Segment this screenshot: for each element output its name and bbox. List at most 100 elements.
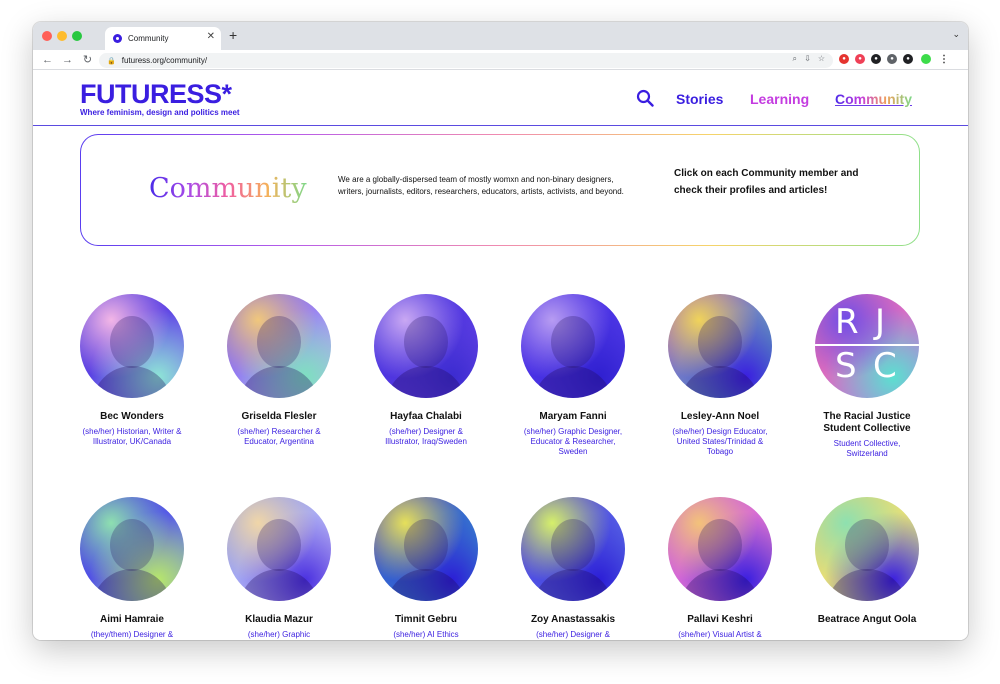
member-portrait[interactable] <box>80 294 184 398</box>
member-name[interactable]: The Racial Justice Student Collective <box>807 411 927 435</box>
member-name[interactable]: Hayfaa Chalabi <box>366 411 486 423</box>
community-intro-box: Community We are a globally-dispersed te… <box>80 134 920 246</box>
member-role: (she/her) Designer & <box>536 630 610 639</box>
site-favicon-icon <box>113 34 122 43</box>
address-bar[interactable]: 🔒 futuress.org/community/ ⌕ ⇩ ☆ <box>99 53 833 68</box>
member-name[interactable]: Beatrace Angut Oola <box>807 614 927 626</box>
tab-search-chevron-icon[interactable]: ⌄ <box>952 29 960 40</box>
portrait-head <box>698 316 742 368</box>
web-page: FUTURESS* Where feminism, design and pol… <box>33 70 968 640</box>
member-card[interactable]: Griselda Flesler (she/her) Researcher & E… <box>219 294 339 447</box>
member-name[interactable]: Zoy Anastassakis <box>513 614 633 626</box>
install-icon[interactable]: ⇩ <box>804 54 811 63</box>
member-name[interactable]: Griselda Flesler <box>219 411 339 423</box>
portrait-head <box>404 519 448 571</box>
member-name[interactable]: Aimi Hamraie <box>72 614 192 626</box>
portrait-shoulders <box>386 569 466 601</box>
member-role: (she/her) Designer & Illustrator, Iraq/S… <box>385 427 467 446</box>
member-name[interactable]: Maryam Fanni <box>513 411 633 423</box>
member-card[interactable]: R J S C The Racial Justice Student Collectiv… <box>807 294 927 459</box>
member-role: (she/her) Visual Artist & <box>678 630 762 639</box>
member-card[interactable]: Hayfaa Chalabi (she/her) Designer & Illus… <box>366 294 486 447</box>
member-card[interactable]: Timnit Gebru (she/her) AI Ethics <box>366 497 486 640</box>
portrait-head <box>551 316 595 368</box>
member-card[interactable]: Lesley-Ann Noel (she/her) Design Educator… <box>660 294 780 457</box>
member-name[interactable]: Pallavi Keshri <box>660 614 780 626</box>
member-role: (she/her) Historian, Writer & Illustrato… <box>82 427 182 446</box>
member-role: (she/her) AI Ethics <box>393 630 459 639</box>
member-portrait[interactable] <box>374 294 478 398</box>
portrait-head <box>110 519 154 571</box>
portrait-shoulders <box>92 366 172 398</box>
portrait-shoulders <box>239 569 319 601</box>
sidebar-icon[interactable]: ● <box>903 54 913 64</box>
community-title: Community <box>149 173 307 204</box>
community-call-to-action: Click on each Community member and check… <box>674 168 859 196</box>
portrait-shoulders <box>827 569 907 601</box>
adblock-extension-icon[interactable]: ● <box>839 54 849 64</box>
zoom-icon[interactable]: ⌕ <box>793 54 797 64</box>
member-portrait[interactable] <box>668 294 772 398</box>
browser-tab[interactable]: Community ✕ <box>105 27 221 50</box>
site-logo[interactable]: FUTURESS* <box>80 79 232 110</box>
browser-window: Community ✕ + ⌄ ← → ↻ 🔒 futuress.org/com… <box>33 22 968 640</box>
minimize-window-button[interactable] <box>57 31 67 41</box>
member-role: (she/her) Design Educator, United States… <box>672 427 768 456</box>
member-card[interactable]: Zoy Anastassakis (she/her) Designer & <box>513 497 633 640</box>
member-name[interactable]: Bec Wonders <box>72 411 192 423</box>
member-portrait[interactable] <box>80 497 184 601</box>
member-portrait[interactable]: RJSC <box>815 294 919 398</box>
member-name[interactable]: Klaudia Mazur <box>219 614 339 626</box>
member-role: (she/her) Researcher & Educator, Argenti… <box>237 427 321 446</box>
site-header: FUTURESS* Where feminism, design and pol… <box>33 70 968 126</box>
member-card[interactable]: Bec Wonders (she/her) Historian, Writer &… <box>72 294 192 447</box>
member-portrait[interactable] <box>374 497 478 601</box>
profile-avatar-icon[interactable] <box>921 54 931 64</box>
community-description: We are a globally-dispersed team of most… <box>338 175 624 196</box>
forward-icon[interactable]: → <box>62 54 73 66</box>
nav-community[interactable]: Community <box>835 91 912 107</box>
portrait-head <box>845 519 889 571</box>
member-portrait[interactable] <box>521 497 625 601</box>
member-portrait[interactable] <box>815 497 919 601</box>
kebab-menu-icon[interactable]: ⋮ <box>939 54 949 65</box>
member-name[interactable]: Timnit Gebru <box>366 614 486 626</box>
member-role: (she/her) Graphic Designer, Educator & R… <box>523 427 623 456</box>
back-icon[interactable]: ← <box>42 54 53 66</box>
nav-stories[interactable]: Stories <box>676 91 723 107</box>
maximize-window-button[interactable] <box>72 31 82 41</box>
portrait-head <box>257 519 301 571</box>
member-portrait[interactable] <box>227 497 331 601</box>
portrait-shoulders <box>386 366 466 398</box>
member-portrait[interactable] <box>668 497 772 601</box>
member-portrait[interactable] <box>227 294 331 398</box>
pocket-extension-icon[interactable]: ● <box>855 54 865 64</box>
portrait-head <box>698 519 742 571</box>
tab-title: Community <box>128 34 169 43</box>
member-role: (they/them) Designer & <box>90 630 174 639</box>
search-icon[interactable] <box>636 89 654 107</box>
address-toolbar: ← → ↻ 🔒 futuress.org/community/ ⌕ ⇩ ☆ ● … <box>33 50 968 70</box>
new-tab-button[interactable]: + <box>229 27 237 43</box>
portrait-head <box>404 316 448 368</box>
member-portrait[interactable] <box>521 294 625 398</box>
bookmark-star-icon[interactable]: ☆ <box>818 54 825 63</box>
reload-icon[interactable]: ↻ <box>82 53 93 66</box>
portrait-head <box>110 316 154 368</box>
nav-learning[interactable]: Learning <box>750 91 809 107</box>
portrait-shoulders <box>92 569 172 601</box>
member-name[interactable]: Lesley-Ann Noel <box>660 411 780 423</box>
member-role: (she/her) Graphic <box>247 630 311 639</box>
search-extension-icon[interactable]: ● <box>871 54 881 64</box>
member-card[interactable]: Aimi Hamraie (they/them) Designer & <box>72 497 192 640</box>
member-card[interactable]: Beatrace Angut Oola <box>807 497 927 630</box>
close-window-button[interactable] <box>42 31 52 41</box>
tab-close-icon[interactable]: ✕ <box>207 31 215 42</box>
member-card[interactable]: Pallavi Keshri (she/her) Visual Artist & <box>660 497 780 640</box>
member-card[interactable]: Klaudia Mazur (she/her) Graphic <box>219 497 339 640</box>
tab-bar: Community ✕ + ⌄ <box>33 22 968 50</box>
portrait-shoulders <box>680 366 760 398</box>
puzzle-extensions-icon[interactable]: ● <box>887 54 897 64</box>
member-card[interactable]: Maryam Fanni (she/her) Graphic Designer, … <box>513 294 633 457</box>
site-tagline: Where feminism, design and politics meet <box>80 108 240 117</box>
